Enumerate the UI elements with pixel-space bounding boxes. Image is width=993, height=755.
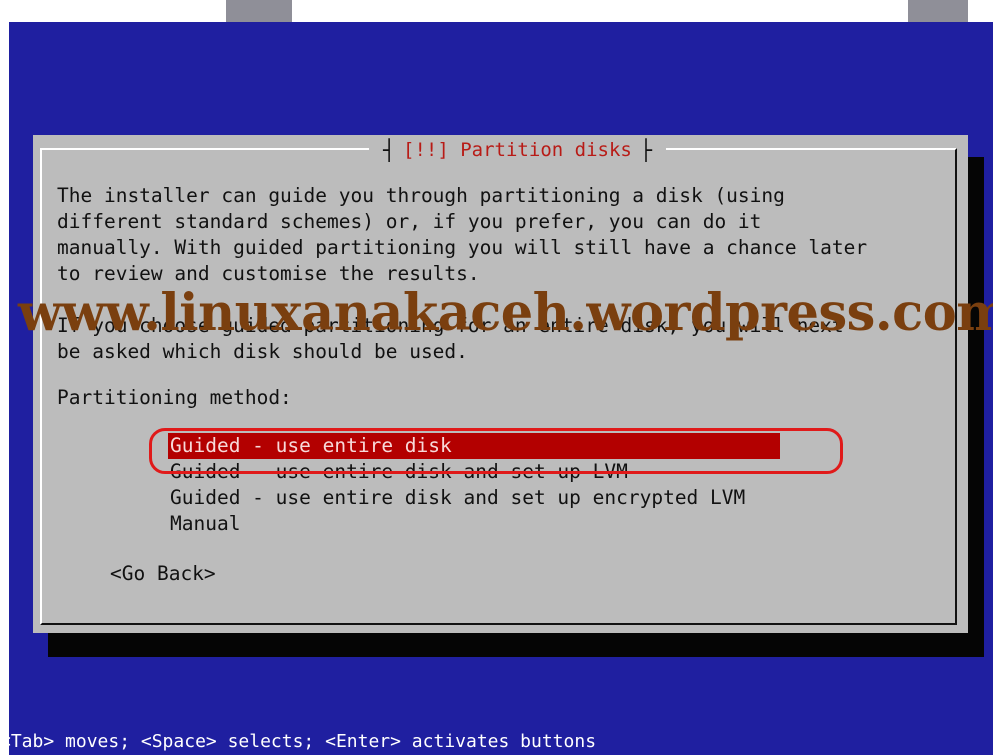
top-strip-shape <box>908 0 968 22</box>
description-line: The installer can guide you through part… <box>57 184 785 207</box>
option-manual[interactable]: Manual <box>168 511 780 537</box>
top-strip-shape <box>258 0 292 22</box>
description-line: different standard schemes) or, if you p… <box>57 210 762 233</box>
partitioning-method-list: Guided - use entire disk Guided - use en… <box>168 433 780 537</box>
title-bracket-right: ├ <box>639 138 652 162</box>
partition-disks-dialog: ┤ [!!] Partition disks ├ The installer c… <box>33 135 968 633</box>
option-guided-entire-disk[interactable]: Guided - use entire disk <box>168 433 780 459</box>
partitioning-method-label: Partitioning method: <box>57 386 292 409</box>
title-bracket-left: ┤ <box>383 138 396 162</box>
dialog-title-text: [!!] Partition disks <box>403 139 632 161</box>
top-decorative-strip <box>0 0 993 22</box>
option-guided-encrypted-lvm[interactable]: Guided - use entire disk and set up encr… <box>168 485 780 511</box>
watermark-text: www.linuxanakaceh.wordpress.com <box>18 283 993 343</box>
top-strip-shape <box>226 0 260 22</box>
description-line: manually. With guided partitioning you w… <box>57 236 868 259</box>
go-back-button[interactable]: <Go Back> <box>110 562 216 585</box>
option-guided-lvm[interactable]: Guided - use entire disk and set up LVM <box>168 459 780 485</box>
status-bar: <Tab> moves; <Space> selects; <Enter> ac… <box>0 731 597 752</box>
dialog-title: ┤ [!!] Partition disks ├ <box>369 138 666 162</box>
